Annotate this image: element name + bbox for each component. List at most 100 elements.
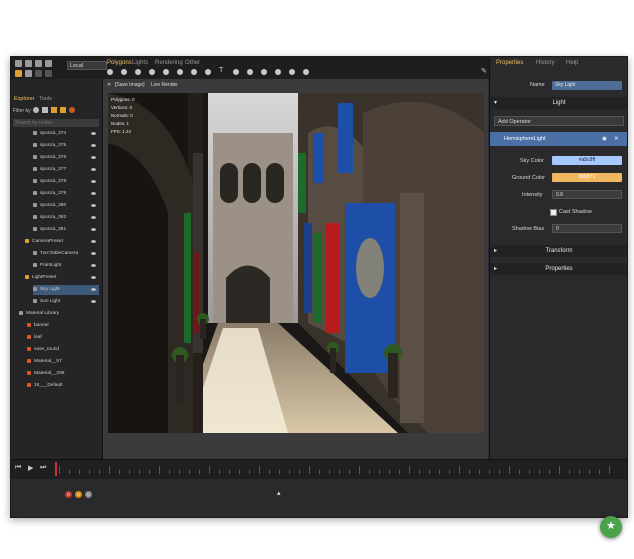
sky-color-swatch[interactable]: #a5c9ff (552, 156, 622, 165)
torus-geometry-icon[interactable] (163, 69, 169, 75)
tree-item[interactable]: banner (27, 321, 99, 331)
visibility-eye-icon[interactable] (91, 180, 96, 183)
filter-material-icon[interactable] (60, 107, 66, 113)
tree-item[interactable]: sponza_382 (33, 213, 99, 223)
live-render-toggle[interactable]: Live Render (151, 79, 178, 91)
cylinder-geometry-icon[interactable] (149, 69, 155, 75)
visibility-eye-icon[interactable] (91, 276, 96, 279)
tree-item[interactable]: 16___Default (27, 381, 99, 391)
sphere-geometry-icon[interactable] (121, 69, 127, 75)
layout-grid-icon[interactable] (15, 70, 22, 77)
tree-item[interactable]: PointLight (33, 261, 99, 271)
tree-item[interactable]: sponza_379 (33, 189, 99, 199)
intensity-input[interactable]: 0.8 (552, 190, 622, 199)
move-tool-icon[interactable] (25, 60, 32, 67)
warning-count-badge[interactable]: 0 (75, 491, 82, 498)
tree-item[interactable]: LightPreset (25, 273, 99, 283)
octahedron-geometry-icon[interactable] (275, 69, 281, 75)
tree-item[interactable]: CameraPreset (25, 237, 99, 247)
filter-camera-icon[interactable] (51, 107, 57, 113)
filter-light-icon[interactable] (42, 107, 48, 113)
layout-split-icon[interactable] (25, 70, 32, 77)
render-viewport[interactable]: Polygons: 0 Vertices: 0 Normals: 0 Nodes… (108, 93, 484, 433)
visibility-eye-icon[interactable] (91, 192, 96, 195)
transform-section-header[interactable]: ▸ Transform (490, 245, 627, 257)
tree-item[interactable]: Material__298 (27, 369, 99, 379)
tree-item[interactable]: leaf (27, 333, 99, 343)
layout-full-icon[interactable] (45, 70, 52, 77)
box-geometry-icon[interactable] (177, 69, 183, 75)
tree-item[interactable]: Material Library (19, 309, 99, 319)
close-viewport-icon[interactable]: ✕ (107, 79, 111, 91)
knot-geometry-icon[interactable] (205, 69, 211, 75)
lathe-geometry-icon[interactable] (233, 69, 239, 75)
visibility-eye-icon[interactable] (91, 240, 96, 243)
visibility-eye-icon[interactable] (91, 264, 96, 267)
tree-item[interactable]: sponza_375 (33, 141, 99, 151)
properties-section-header[interactable]: ▸ Properties (490, 263, 627, 275)
tree-item[interactable]: Sun Light (33, 297, 99, 307)
tree-item[interactable]: vase_round (27, 345, 99, 355)
play-icon[interactable]: ▶ (28, 464, 33, 472)
tree-item[interactable]: TurnTableCamera (33, 249, 99, 259)
ring-geometry-icon[interactable] (303, 69, 309, 75)
shadow-bias-input[interactable]: 0 (552, 224, 622, 233)
tab-properties[interactable]: Properties (496, 60, 523, 66)
space-select[interactable]: Local (67, 61, 107, 70)
tab-other[interactable]: Other (185, 58, 200, 68)
rewind-icon[interactable]: ⏮ (15, 464, 21, 472)
tree-item[interactable]: sponza_376 (33, 153, 99, 163)
tree-item[interactable]: Material__57 (27, 357, 99, 367)
name-field[interactable]: Sky Light (552, 81, 622, 90)
edit-tool-icon[interactable] (35, 60, 42, 67)
select-tool-icon[interactable] (15, 60, 22, 67)
error-count-badge[interactable]: 0 (65, 491, 72, 498)
visibility-eye-icon[interactable] (91, 288, 96, 291)
tree-item[interactable]: Sky Light (33, 285, 99, 295)
add-operator-select[interactable]: Add Operator (494, 116, 624, 126)
tab-lights[interactable]: Lights (132, 58, 148, 68)
tree-item[interactable]: sponza_374 (33, 129, 99, 139)
light-section-header[interactable]: ▾ Light (490, 97, 627, 109)
favorite-star-button[interactable]: ★ (600, 516, 622, 538)
layout-quad-icon[interactable] (35, 70, 42, 77)
icosahedron-geometry-icon[interactable] (261, 69, 267, 75)
filter-mesh-icon[interactable] (33, 107, 39, 113)
wrench-icon[interactable]: ✎ (481, 67, 487, 75)
text-geometry-icon[interactable]: T (219, 67, 225, 74)
cube-geometry-icon[interactable] (107, 69, 113, 75)
tree-item[interactable]: sponza_377 (33, 165, 99, 175)
tetrahedron-geometry-icon[interactable] (289, 69, 295, 75)
tab-tools[interactable]: Tools (39, 96, 52, 102)
node-search-input[interactable] (13, 119, 99, 127)
save-image-button[interactable]: [Save Image] (115, 79, 144, 91)
visibility-eye-icon[interactable] (91, 132, 96, 135)
info-count-badge[interactable]: 0 (85, 491, 92, 498)
visibility-eye-icon[interactable] (91, 204, 96, 207)
tab-explorer[interactable]: Explorer (14, 96, 34, 102)
visibility-eye-icon[interactable] (91, 228, 96, 231)
operator-remove-icon[interactable]: ✕ (614, 132, 619, 146)
visibility-eye-icon[interactable] (91, 144, 96, 147)
cast-shadow-checkbox[interactable] (550, 209, 557, 216)
visibility-eye-icon[interactable] (91, 300, 96, 303)
operator-visibility-icon[interactable]: ◉ (602, 132, 607, 146)
ground-color-swatch[interactable]: #bb871 (552, 173, 622, 182)
playhead[interactable] (55, 462, 57, 476)
tree-item[interactable]: sponza_381 (33, 225, 99, 235)
chevron-up-icon[interactable]: ▴ (277, 489, 281, 497)
tab-history[interactable]: History (536, 60, 555, 66)
visibility-eye-icon[interactable] (91, 216, 96, 219)
timeline-ruler[interactable] (59, 466, 619, 476)
tree-item[interactable]: sponza_380 (33, 201, 99, 211)
tab-help[interactable]: Help (566, 60, 578, 66)
visibility-eye-icon[interactable] (91, 168, 96, 171)
extrude-geometry-icon[interactable] (247, 69, 253, 75)
scale-tool-icon[interactable] (45, 60, 52, 67)
operator-header[interactable]: HemisphereLight ◉ ✕ (490, 132, 627, 146)
filter-group-icon[interactable] (69, 107, 75, 113)
forward-icon[interactable]: ⏭ (40, 464, 46, 472)
dodecahedron-geometry-icon[interactable] (191, 69, 197, 75)
visibility-eye-icon[interactable] (91, 252, 96, 255)
cone-geometry-icon[interactable] (135, 69, 141, 75)
